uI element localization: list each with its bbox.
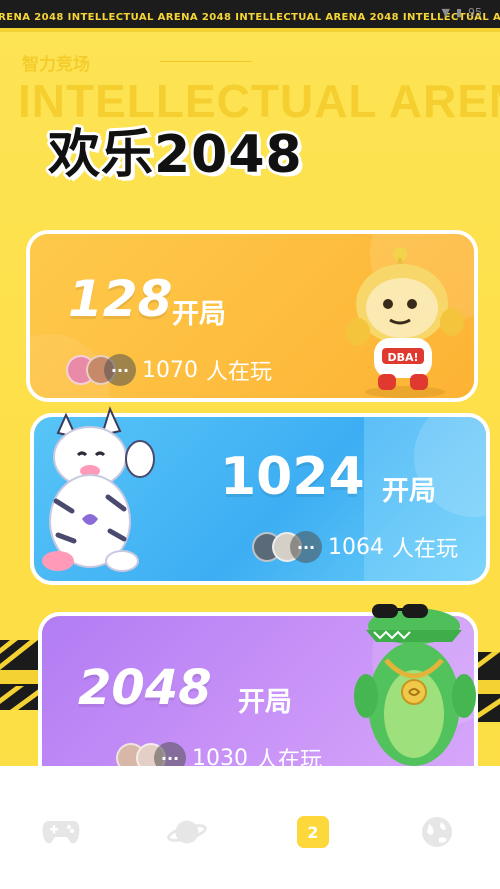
mode-suffix: 开局 <box>382 476 436 507</box>
avatar-group: ··· <box>252 531 322 563</box>
more-avatars-icon: ··· <box>104 354 136 386</box>
nav-item-games[interactable] <box>41 812 81 852</box>
bottom-nav-bar: 2 <box>0 766 500 889</box>
mode-number: 128 <box>68 270 173 328</box>
players-suffix: 人在玩 <box>206 360 273 385</box>
mode-suffix: 开局 <box>238 687 292 718</box>
crocodile-mascot-icon <box>354 604 476 766</box>
globe-icon <box>422 817 452 847</box>
battery-icon: ▮ <box>455 6 462 19</box>
players-row: ··· 1070 人在玩 <box>66 354 272 386</box>
more-avatars-icon: ··· <box>290 531 322 563</box>
game-lobby-screen: ARENA 2048 INTELLECTUAL ARENA 2048 INTEL… <box>0 0 500 889</box>
players-suffix: 人在玩 <box>392 537 459 562</box>
mode-suffix: 开局 <box>172 299 226 330</box>
avatar-group: ··· <box>66 354 136 386</box>
planet-icon <box>167 820 207 844</box>
gamepad-icon <box>42 821 80 844</box>
nav-item-explore[interactable] <box>167 812 207 852</box>
status-bar: ▼ ▮ 95 <box>441 6 482 19</box>
players-count: 1064 <box>328 534 384 560</box>
egg-robot-mascot-icon: DBA! <box>346 247 464 398</box>
caution-tape-left <box>0 640 40 710</box>
battery-level: 95 <box>468 6 482 19</box>
mode-card-2048[interactable]: 2048 开局 ··· 1030 人在玩 <box>38 604 478 792</box>
caution-tape-text: ARENA 2048 INTELLECTUAL ARENA 2048 INTEL… <box>0 12 500 23</box>
mode-number: 2048 <box>78 660 212 716</box>
mode-card-1024[interactable]: 1024 开局 ··· 1064 人在玩 <box>30 406 490 585</box>
players-count: 1070 <box>142 357 198 383</box>
signal-icon: ▼ <box>441 6 450 19</box>
page-title: 欢乐2048 <box>48 125 303 185</box>
section-subtitle: 智力竞场 <box>22 55 90 75</box>
caution-tape-top: ARENA 2048 INTELLECTUAL ARENA 2048 INTEL… <box>0 0 500 32</box>
nav-item-world[interactable] <box>417 812 457 852</box>
nav-item-2048[interactable]: 2 <box>293 812 333 852</box>
svg-text:DBA!: DBA! <box>387 351 418 364</box>
subtitle-divider <box>160 61 252 62</box>
mode-card-128[interactable]: 128 开局 ··· 1070 人在玩 DBA! <box>26 230 478 402</box>
nav-tile-label: 2 <box>307 822 319 842</box>
zebra-mascot-icon <box>42 406 155 572</box>
players-row: ··· 1064 人在玩 <box>252 531 458 563</box>
mode-number: 1024 <box>220 447 365 507</box>
